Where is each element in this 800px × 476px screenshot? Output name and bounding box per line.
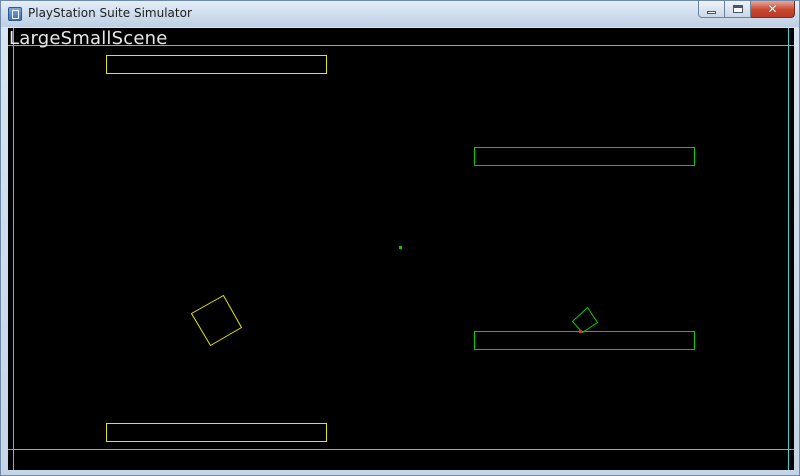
close-icon: ✕ [767, 2, 778, 16]
maximize-icon [732, 5, 743, 13]
center-marker [399, 246, 402, 249]
green-floor-bottom [474, 331, 695, 350]
scene-viewport[interactable]: LargeSmallScene [8, 28, 794, 470]
minimize-button[interactable] [698, 1, 725, 18]
scene-canvas [8, 28, 794, 470]
close-button[interactable]: ✕ [751, 1, 795, 18]
yellow-floor-bottom [106, 423, 327, 442]
contact-point [579, 330, 582, 333]
window-controls: ✕ [698, 1, 795, 19]
simulator-window: PlayStation Suite Simulator ✕ LargeSmall… [0, 0, 800, 476]
green-box [571, 306, 599, 334]
yellow-box [190, 294, 243, 347]
scene-name-label: LargeSmallScene [9, 28, 168, 49]
title-bar[interactable]: PlayStation Suite Simulator ✕ [1, 1, 799, 27]
app-icon[interactable] [8, 7, 22, 21]
minimize-icon [707, 10, 716, 14]
window-title: PlayStation Suite Simulator [28, 6, 192, 20]
green-floor-top [474, 147, 695, 166]
maximize-button[interactable] [725, 1, 751, 18]
yellow-floor-top [106, 55, 327, 74]
